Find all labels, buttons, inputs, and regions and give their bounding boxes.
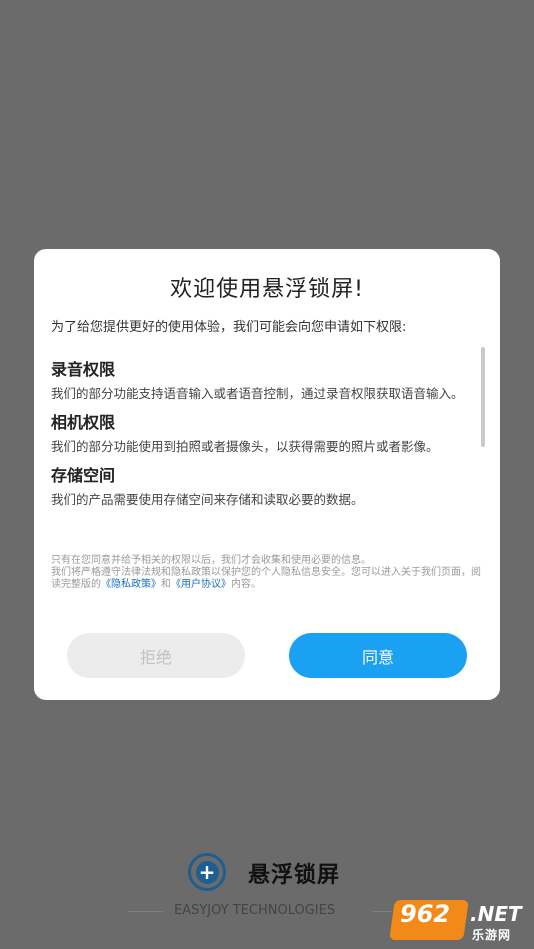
dialog-intro: 为了给您提供更好的使用体验，我们可能会向您申请如下权限: bbox=[51, 320, 407, 335]
watermark-subtitle: 乐游网 bbox=[472, 928, 512, 942]
watermark-number: 962 bbox=[400, 900, 451, 928]
permission-heading-storage: 存储空间 bbox=[51, 466, 116, 485]
brand-tagline-row: EASYJOY TECHNOLOGIES bbox=[128, 902, 398, 922]
tagline-divider-right bbox=[372, 911, 392, 912]
privacy-notice-and: 和 bbox=[161, 579, 171, 590]
privacy-policy-link[interactable]: 《隐私政策》 bbox=[101, 579, 161, 590]
privacy-notice-line1: 只有在您同意并给予相关的权限以后，我们才会收集和使用必要的信息。 bbox=[51, 555, 371, 566]
permission-list-scrollbar[interactable] bbox=[481, 347, 485, 447]
brand-tagline: EASYJOY TECHNOLOGIES bbox=[174, 903, 336, 918]
permission-heading-camera: 相机权限 bbox=[51, 413, 116, 432]
dialog-title: 欢迎使用悬浮锁屏! bbox=[170, 277, 364, 302]
brand-name: 悬浮锁屏 bbox=[248, 863, 341, 888]
reject-button[interactable]: 拒绝 bbox=[67, 633, 245, 678]
watermark-suffix: .NET bbox=[470, 902, 522, 926]
tagline-divider-left bbox=[128, 911, 163, 912]
agree-button[interactable]: 同意 bbox=[289, 633, 467, 678]
permission-list[interactable]: 录音权限 我们的部分功能支持语音输入或者语音控制，通过录音权限获取语音输入。 相… bbox=[51, 355, 478, 541]
permission-desc-camera: 我们的部分功能使用到拍照或者摄像头，以获得需要的照片或者影像。 bbox=[51, 439, 439, 454]
brand-logo: + 悬浮锁屏 bbox=[188, 851, 398, 895]
plus-circle-icon: + bbox=[188, 853, 226, 891]
permission-heading-audio: 录音权限 bbox=[51, 360, 116, 379]
permission-desc-storage: 我们的产品需要使用存储空间来存储和读取必要的数据。 bbox=[51, 492, 364, 507]
privacy-notice-line2: 我们将严格遵守法律法规和隐私政策以保护您的个人隐私信息安全。您可以进入关于我们页… bbox=[51, 567, 482, 591]
privacy-notice: 只有在您同意并给予相关的权限以后，我们才会收集和使用必要的信息。 我们将严格遵守… bbox=[51, 555, 482, 591]
privacy-notice-suffix: 内容。 bbox=[231, 579, 261, 590]
permission-dialog: 欢迎使用悬浮锁屏! 为了给您提供更好的使用体验，我们可能会向您申请如下权限: 录… bbox=[34, 249, 500, 700]
site-watermark: 962 .NET 乐游网 bbox=[389, 898, 532, 946]
permission-desc-audio: 我们的部分功能支持语音输入或者语音控制，通过录音权限获取语音输入。 bbox=[51, 386, 464, 401]
user-agreement-link[interactable]: 《用户协议》 bbox=[171, 579, 231, 590]
